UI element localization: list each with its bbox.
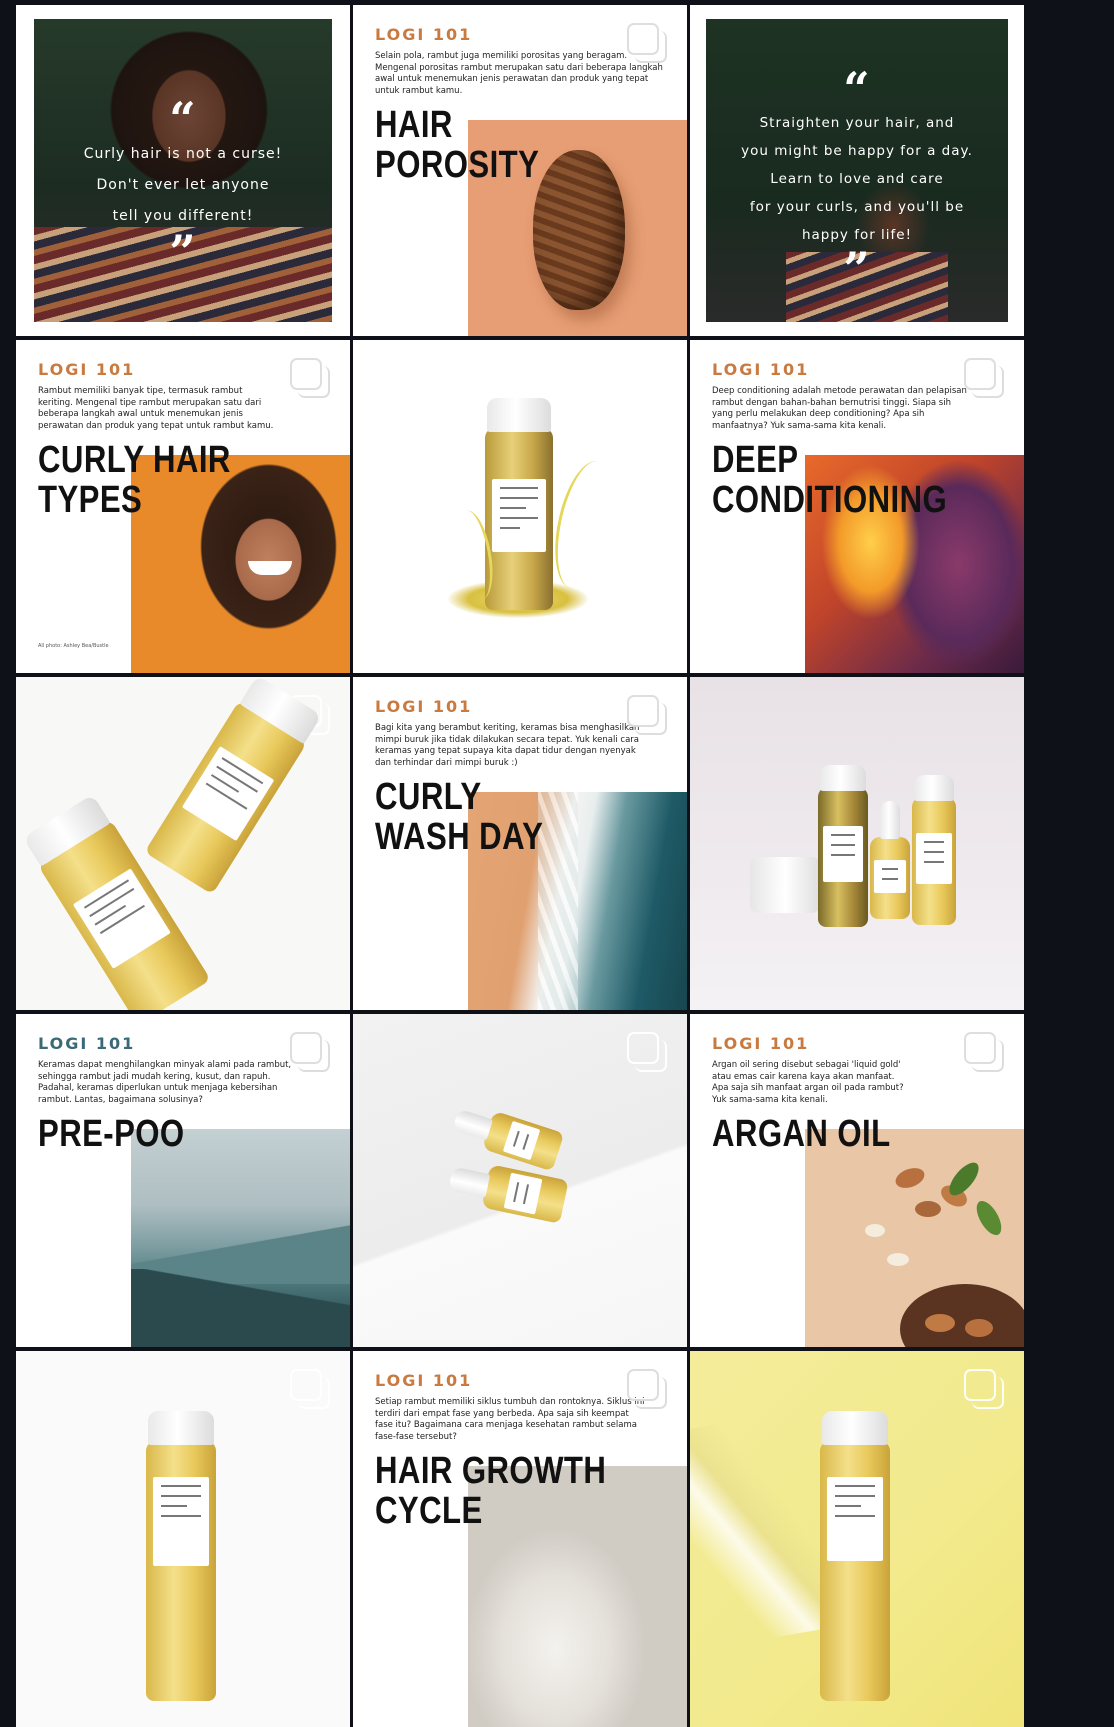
multi-image-icon bbox=[964, 1369, 1004, 1409]
post-blurb: Argan oil sering disebut sebagai 'liquid… bbox=[712, 1060, 904, 1105]
multi-image-icon bbox=[627, 23, 667, 63]
headline-line: POROSITY bbox=[375, 144, 540, 186]
quote-text: “ Straighten your hair, and you might be… bbox=[706, 62, 1008, 296]
brand-label: LOGI 101 bbox=[375, 25, 473, 44]
hair-oil-bottle bbox=[485, 398, 553, 610]
post-quote-straighten-hair[interactable]: “ Straighten your hair, and you might be… bbox=[690, 5, 1024, 336]
post-product-serum-droppers[interactable] bbox=[353, 1014, 687, 1347]
brand-label: LOGI 101 bbox=[375, 1371, 473, 1390]
post-blurb: Keramas dapat menghilangkan minyak alami… bbox=[38, 1060, 292, 1105]
photo-woman-curly-hair: “ Curly hair is not a curse! Don't ever … bbox=[34, 19, 332, 322]
post-headline: HAIR GROWTH CYCLE bbox=[375, 1451, 606, 1531]
multi-image-icon bbox=[964, 1032, 1004, 1072]
close-quote-mark: ” bbox=[843, 242, 871, 296]
post-product-collection[interactable] bbox=[690, 677, 1024, 1010]
post-product-oil-splash[interactable] bbox=[353, 340, 687, 673]
post-hair-porosity[interactable]: LOGI 101 Selain pola, rambut juga memili… bbox=[353, 5, 687, 336]
brand-label: LOGI 101 bbox=[38, 1034, 136, 1053]
post-pre-poo[interactable]: LOGI 101 Keramas dapat menghilangkan min… bbox=[16, 1014, 350, 1347]
post-blurb: Bagi kita yang berambut keriting, kerama… bbox=[375, 723, 640, 768]
instagram-profile-grid: “ Curly hair is not a curse! Don't ever … bbox=[0, 0, 1114, 1727]
serum-dropper-bottle bbox=[452, 1108, 565, 1172]
multi-image-icon bbox=[290, 1369, 330, 1409]
headline-line: HAIR GROWTH bbox=[375, 1450, 607, 1492]
post-hair-growth-cycle[interactable]: LOGI 101 Setiap rambut memiliki siklus t… bbox=[353, 1351, 687, 1727]
headline-line: TYPES bbox=[38, 479, 143, 521]
post-headline: CURLY WASH DAY bbox=[375, 777, 543, 857]
pinecone-image bbox=[533, 150, 625, 310]
brand-label: LOGI 101 bbox=[38, 360, 136, 379]
headline-line: HAIR bbox=[375, 104, 453, 146]
photo-credit: All photo: Ashley Bea/Bustle bbox=[38, 643, 109, 649]
headline-line: DEEP bbox=[712, 439, 799, 481]
post-blurb: Setiap rambut memiliki siklus tumbuh dan… bbox=[375, 1397, 645, 1442]
oil-splash bbox=[545, 455, 624, 595]
butter-jar bbox=[750, 857, 820, 913]
hair-body-oil-bottle bbox=[912, 775, 956, 925]
serum-dropper-bottle bbox=[870, 801, 910, 919]
open-quote-mark: “ bbox=[843, 62, 871, 116]
post-curly-hair-types[interactable]: LOGI 101 Rambut memiliki banyak tipe, te… bbox=[16, 340, 350, 673]
photo-woman-curly-hair: “ Straighten your hair, and you might be… bbox=[706, 19, 1008, 322]
post-product-hair-body-oil[interactable] bbox=[16, 1351, 350, 1727]
multi-image-icon bbox=[627, 1369, 667, 1409]
multi-image-icon bbox=[290, 1032, 330, 1072]
post-product-yellow-background[interactable] bbox=[690, 1351, 1024, 1727]
post-quote-curly-not-curse[interactable]: “ Curly hair is not a curse! Don't ever … bbox=[16, 5, 350, 336]
hair-body-oil-bottle bbox=[144, 677, 322, 895]
headline-line: CONDITIONING bbox=[712, 479, 948, 521]
quote-line: for your curls, and you'll be bbox=[749, 199, 965, 215]
post-headline: DEEP CONDITIONING bbox=[712, 440, 947, 520]
post-curly-wash-day[interactable]: LOGI 101 Bagi kita yang berambut keritin… bbox=[353, 677, 687, 1010]
headline-line: PRE-POO bbox=[38, 1113, 185, 1155]
photo-argan-nuts bbox=[805, 1129, 1024, 1347]
post-headline: HAIR POROSITY bbox=[375, 105, 539, 185]
hair-body-oil-bottle bbox=[146, 1411, 216, 1701]
quote-line: you might be happy for a day. bbox=[741, 143, 973, 159]
headline-line: WASH DAY bbox=[375, 816, 544, 858]
post-headline: PRE-POO bbox=[38, 1114, 185, 1154]
post-deep-conditioning[interactable]: LOGI 101 Deep conditioning adalah metode… bbox=[690, 340, 1024, 673]
quote-text: “ Curly hair is not a curse! Don't ever … bbox=[34, 92, 332, 279]
post-headline: CURLY HAIR TYPES bbox=[38, 440, 231, 520]
brand-label: LOGI 101 bbox=[712, 360, 810, 379]
post-headline: ARGAN OIL bbox=[712, 1114, 891, 1154]
close-quote-mark: ” bbox=[169, 225, 197, 279]
post-blurb: Deep conditioning adalah metode perawata… bbox=[712, 386, 967, 431]
oil-pour-splash bbox=[690, 1409, 838, 1653]
post-argan-oil[interactable]: LOGI 101 Argan oil sering disebut sebaga… bbox=[690, 1014, 1024, 1347]
open-quote-mark: “ bbox=[169, 92, 197, 146]
hair-oil-bottle bbox=[820, 1411, 890, 1701]
multi-image-icon bbox=[627, 1032, 667, 1072]
hair-oil-bottle bbox=[818, 765, 868, 927]
post-product-two-bottles[interactable] bbox=[16, 677, 350, 1010]
headline-line: CURLY HAIR bbox=[38, 439, 231, 481]
post-blurb: Rambut memiliki banyak tipe, termasuk ra… bbox=[38, 386, 274, 431]
brand-label: LOGI 101 bbox=[712, 1034, 810, 1053]
quote-line: Don't ever let anyone bbox=[96, 177, 270, 193]
serum-dropper-bottle bbox=[448, 1164, 569, 1224]
quote-line: Curly hair is not a curse! bbox=[83, 146, 283, 162]
brand-label: LOGI 101 bbox=[375, 697, 473, 716]
photo-misty-mountains bbox=[131, 1129, 350, 1347]
quote-line: Straighten your hair, and bbox=[759, 115, 955, 131]
multi-image-icon bbox=[627, 695, 667, 735]
multi-image-icon bbox=[964, 358, 1004, 398]
headline-line: ARGAN OIL bbox=[712, 1113, 891, 1155]
post-blurb: Selain pola, rambut juga memiliki porosi… bbox=[375, 51, 663, 96]
quote-line: Learn to love and care bbox=[770, 171, 944, 187]
multi-image-icon bbox=[290, 358, 330, 398]
headline-line: CURLY bbox=[375, 776, 482, 818]
headline-line: CYCLE bbox=[375, 1490, 483, 1532]
